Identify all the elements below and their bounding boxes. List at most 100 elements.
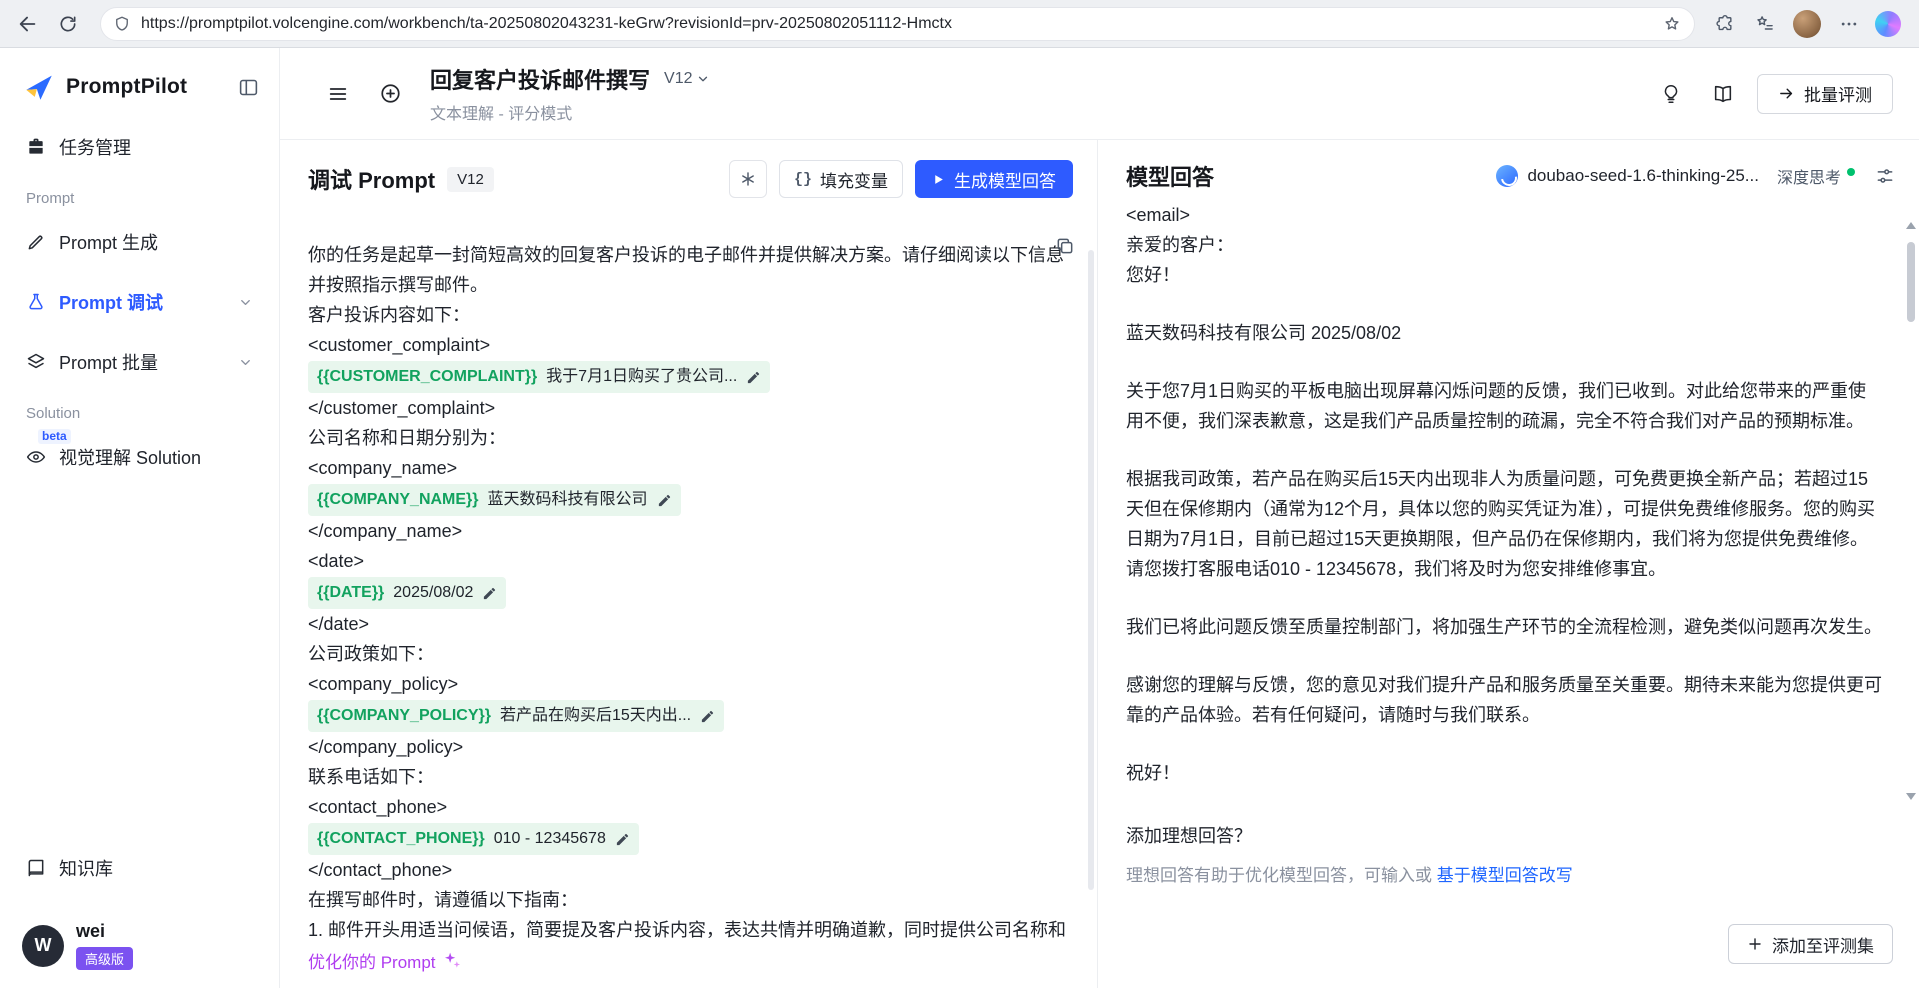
variable-chip[interactable]: {{DATE}} 2025/08/02	[308, 577, 506, 609]
scroll-up-arrow[interactable]	[1906, 222, 1916, 229]
browser-menu-icon[interactable]	[1831, 6, 1867, 42]
add-to-eval-button[interactable]: 添加至评测集	[1728, 924, 1893, 964]
variable-value: 若产品在购买后15天内出...	[500, 701, 691, 731]
scrollbar-thumb[interactable]	[1907, 242, 1915, 322]
brand-name: PromptPilot	[66, 75, 228, 99]
editor-scrollbar-thumb[interactable]	[1088, 250, 1094, 890]
sidebar: PromptPilot 任务管理 Prompt Prompt 生成	[0, 48, 280, 988]
prompt-version-badge: V12	[447, 167, 494, 192]
fill-variables-button[interactable]: {} 填充变量	[779, 160, 903, 198]
play-icon	[932, 173, 945, 186]
site-info-icon[interactable]	[113, 15, 131, 33]
sidebar-item-knowledge[interactable]: 知识库	[14, 845, 265, 891]
briefcase-icon	[26, 137, 46, 157]
prompt-line: </company_policy>	[308, 732, 1057, 762]
rewrite-from-answer-link[interactable]: 基于模型回答改写	[1437, 866, 1573, 885]
variable-value: 2025/08/02	[393, 578, 473, 608]
task-header: 回复客户投诉邮件撰写 V12 文本理解 - 评分模式 批量评测	[280, 48, 1919, 140]
beta-badge: beta	[38, 429, 71, 444]
prompt-line: 并按照指示撰写邮件。	[308, 270, 1057, 300]
scroll-down-arrow[interactable]	[1906, 793, 1916, 800]
version-label: V12	[664, 70, 692, 88]
prompt-editor[interactable]: 你的任务是起草一封简短高效的回复客户投诉的电子邮件并提供解决方案。请仔细阅读以下…	[280, 212, 1097, 988]
task-list-menu-icon[interactable]	[320, 76, 356, 112]
bookmark-star-icon[interactable]	[1662, 14, 1682, 34]
optimize-prompt-link[interactable]: 优化你的 Prompt	[308, 948, 462, 973]
browser-profile-avatar[interactable]	[1793, 10, 1821, 38]
lightbulb-icon[interactable]	[1653, 76, 1689, 112]
prompt-line: <date>	[308, 546, 1057, 576]
edit-icon[interactable]	[615, 832, 630, 847]
variable-chip[interactable]: {{COMPANY_NAME}}蓝天数码科技有限公司	[308, 484, 681, 516]
favorites-icon[interactable]	[1747, 6, 1783, 42]
variable-name: {{DATE}}	[317, 578, 384, 608]
prompt-line: </date>	[308, 609, 1057, 639]
response-paragraph: 感谢您的理解与反馈，您的意见对我们提升产品和服务质量至关重要。期待未来能为您提供…	[1126, 670, 1883, 730]
debug-prompt-panel: 调试 Prompt V12 {} 填充变量 生成模型回答	[280, 140, 1098, 988]
user-name: wei	[76, 921, 133, 942]
ideal-answer-hint: 理想回答有助于优化模型回答，可输入或	[1126, 866, 1437, 885]
sidebar-item-label: 知识库	[59, 855, 113, 881]
generate-answer-button[interactable]: 生成模型回答	[915, 160, 1073, 198]
ideal-answer-section: 添加理想回答？ 理想回答有助于优化模型回答，可输入或 基于模型回答改写	[1098, 798, 1919, 886]
deep-think-label: 深度思考	[1777, 164, 1841, 188]
user-profile[interactable]: W wei 高级版	[0, 905, 279, 970]
sidebar-item-prompt-batch[interactable]: Prompt 批量	[14, 339, 265, 385]
copilot-icon[interactable]	[1875, 11, 1901, 37]
prompt-line: <customer_complaint>	[308, 330, 1057, 360]
prompt-line: {{COMPANY_POLICY}}若产品在购买后15天内出...	[308, 699, 1057, 732]
sidebar-nav: 任务管理 Prompt Prompt 生成 Prompt 调试	[0, 124, 279, 494]
url-bar[interactable]: https://promptpilot.volcengine.com/workb…	[100, 7, 1695, 41]
task-subtitle: 文本理解 - 评分模式	[430, 100, 710, 124]
new-task-icon[interactable]	[372, 76, 408, 112]
edit-icon[interactable]	[700, 709, 715, 724]
book-icon	[26, 858, 46, 878]
browser-chrome: https://promptpilot.volcengine.com/workb…	[0, 0, 1919, 48]
model-response-area[interactable]: <email> 亲爱的客户： 您好！蓝天数码科技有限公司 2025/08/02关…	[1098, 206, 1919, 798]
edit-icon[interactable]	[482, 586, 497, 601]
prompt-line: {{DATE}} 2025/08/02	[308, 576, 1057, 609]
add-to-eval-label: 添加至评测集	[1772, 932, 1874, 957]
sidebar-item-vision-solution[interactable]: beta 视觉理解 Solution	[14, 434, 265, 480]
model-response-text: <email> 亲爱的客户： 您好！蓝天数码科技有限公司 2025/08/02关…	[1126, 206, 1883, 788]
batch-eval-label: 批量评测	[1804, 81, 1872, 106]
sidebar-collapse-icon[interactable]	[238, 77, 259, 98]
plus-icon	[1747, 936, 1763, 952]
edit-icon[interactable]	[746, 370, 761, 385]
copy-icon[interactable]	[1055, 236, 1075, 256]
back-icon[interactable]	[10, 6, 46, 42]
chevron-down-icon	[238, 295, 253, 310]
flask-icon	[26, 292, 46, 312]
variable-value: 我于7月1日购买了贵公司...	[546, 362, 737, 392]
model-settings-icon[interactable]	[1875, 166, 1895, 186]
sidebar-item-tasks[interactable]: 任务管理	[14, 124, 265, 170]
variable-value: 010 - 12345678	[494, 824, 606, 854]
batch-eval-button[interactable]: 批量评测	[1757, 74, 1893, 114]
prompt-line: 在撰写邮件时，请遵循以下指南：	[308, 885, 1057, 915]
layers-icon	[26, 352, 46, 372]
version-dropdown[interactable]: V12	[664, 70, 710, 88]
sidebar-item-label: 视觉理解 Solution	[59, 444, 201, 470]
response-scrollbar[interactable]	[1904, 218, 1918, 804]
brand-logo[interactable]: PromptPilot	[0, 62, 279, 124]
response-paragraph: 根据我司政策，若产品在购买后15天内出现非人为质量问题，可免费更换全新产品；若超…	[1126, 464, 1883, 584]
refresh-icon[interactable]	[50, 6, 86, 42]
sidebar-item-prompt-debug[interactable]: Prompt 调试	[14, 279, 265, 325]
answer-panel-title: 模型回答	[1126, 160, 1214, 192]
model-selector[interactable]: doubao-seed-1.6-thinking-25...	[1496, 165, 1759, 187]
model-answer-panel: 模型回答 doubao-seed-1.6-thinking-25... 深度思考	[1098, 140, 1919, 988]
generate-answer-label: 生成模型回答	[954, 167, 1056, 192]
url-text: https://promptpilot.volcengine.com/workb…	[141, 15, 1652, 33]
guide-book-icon[interactable]	[1705, 76, 1741, 112]
edit-icon[interactable]	[657, 493, 672, 508]
extensions-icon[interactable]	[1707, 6, 1743, 42]
variable-chip[interactable]: {{COMPANY_POLICY}}若产品在购买后15天内出...	[308, 700, 724, 732]
sidebar-item-prompt-gen[interactable]: Prompt 生成	[14, 219, 265, 265]
prompt-line: {{CONTACT_PHONE}}010 - 12345678	[308, 822, 1057, 855]
variable-chip[interactable]: {{CUSTOMER_COMPLAINT}}我于7月1日购买了贵公司...	[308, 361, 770, 393]
page-title: 回复客户投诉邮件撰写	[430, 63, 650, 95]
variable-chip[interactable]: {{CONTACT_PHONE}}010 - 12345678	[308, 823, 639, 855]
braces-icon: {}	[794, 171, 812, 188]
optimize-spark-button[interactable]	[729, 160, 767, 198]
response-paragraph: 蓝天数码科技有限公司 2025/08/02	[1126, 318, 1883, 348]
